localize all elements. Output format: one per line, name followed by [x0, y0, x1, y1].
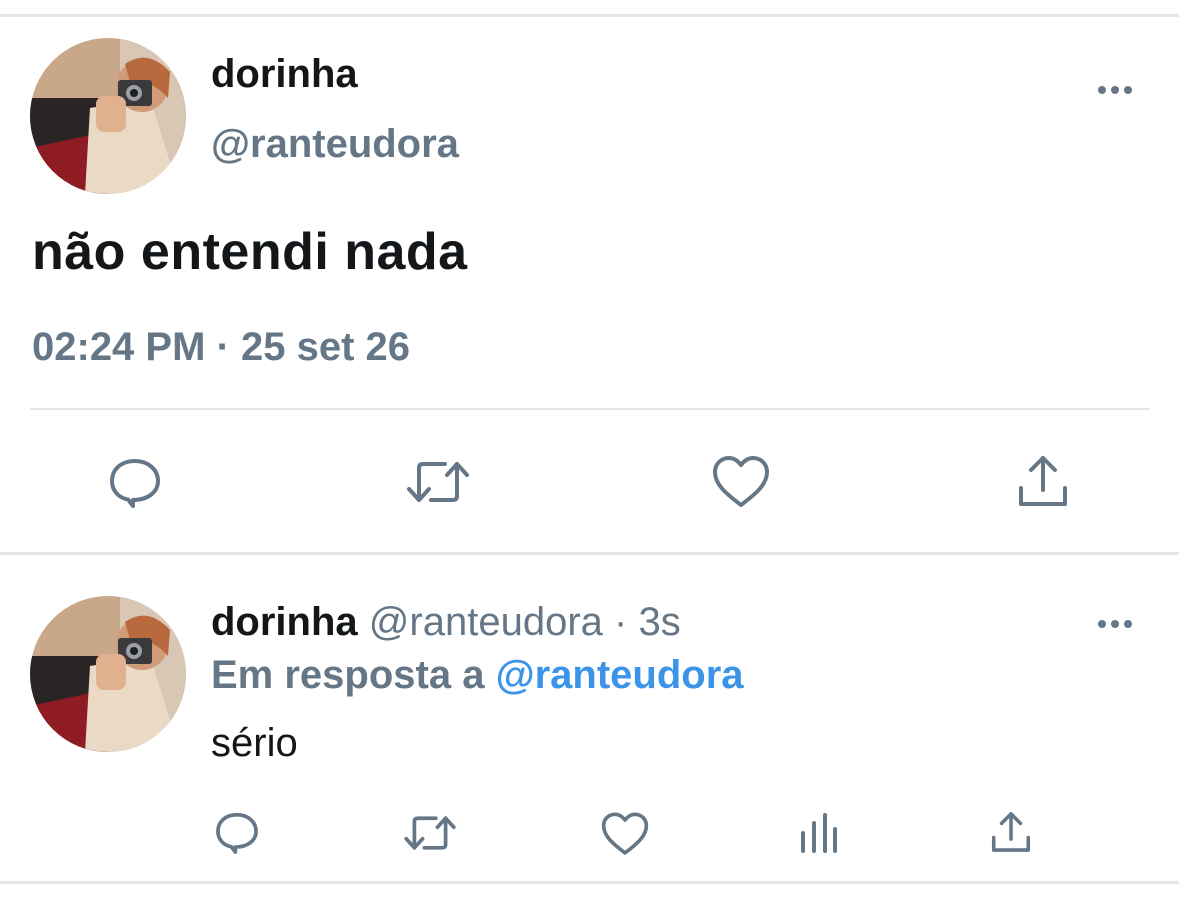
- reply-to-label: Em resposta a: [211, 653, 485, 697]
- analytics-icon: [801, 813, 837, 853]
- retweet-button[interactable]: [405, 452, 471, 512]
- display-name[interactable]: dorinha: [211, 52, 358, 97]
- share-button[interactable]: [1013, 450, 1073, 512]
- like-icon: [713, 456, 769, 507]
- like-icon: [601, 812, 649, 855]
- separator-dot: ·: [614, 600, 628, 644]
- retweet-icon: [407, 462, 469, 502]
- reply-context: Em resposta a @ranteudora: [211, 653, 744, 698]
- tweet-text: sério: [211, 721, 298, 765]
- share-icon: [991, 812, 1031, 852]
- reply-button[interactable]: [212, 808, 262, 858]
- reply-button[interactable]: [104, 452, 166, 514]
- avatar[interactable]: [30, 596, 186, 752]
- like-button[interactable]: [710, 452, 772, 512]
- user-handle[interactable]: @ranteudora: [211, 122, 459, 167]
- tweet-timestamp[interactable]: 02:24 PM · 25 set 26: [32, 325, 410, 370]
- reply-icon: [216, 812, 258, 854]
- top-divider: [0, 14, 1179, 17]
- analytics-button[interactable]: [798, 810, 840, 856]
- bottom-divider: [0, 881, 1179, 884]
- mention-link[interactable]: @ranteudora: [496, 653, 744, 697]
- like-button[interactable]: [600, 810, 650, 858]
- retweet-icon: [404, 816, 456, 850]
- share-button[interactable]: [988, 808, 1034, 856]
- more-options-icon[interactable]: [1096, 617, 1136, 631]
- more-options-icon[interactable]: [1096, 83, 1136, 97]
- tweet-divider: [30, 408, 1149, 410]
- share-icon: [1019, 456, 1067, 506]
- thread-divider: [0, 552, 1179, 555]
- tweet-text: não entendi nada: [32, 223, 468, 281]
- tweet-time[interactable]: 3s: [638, 600, 680, 644]
- avatar[interactable]: [30, 38, 186, 194]
- reply-icon: [110, 459, 160, 508]
- reply-header: dorinha @ranteudora · 3s: [211, 600, 681, 645]
- user-handle[interactable]: @ranteudora: [369, 600, 603, 644]
- retweet-button[interactable]: [402, 810, 458, 856]
- display-name[interactable]: dorinha: [211, 600, 358, 644]
